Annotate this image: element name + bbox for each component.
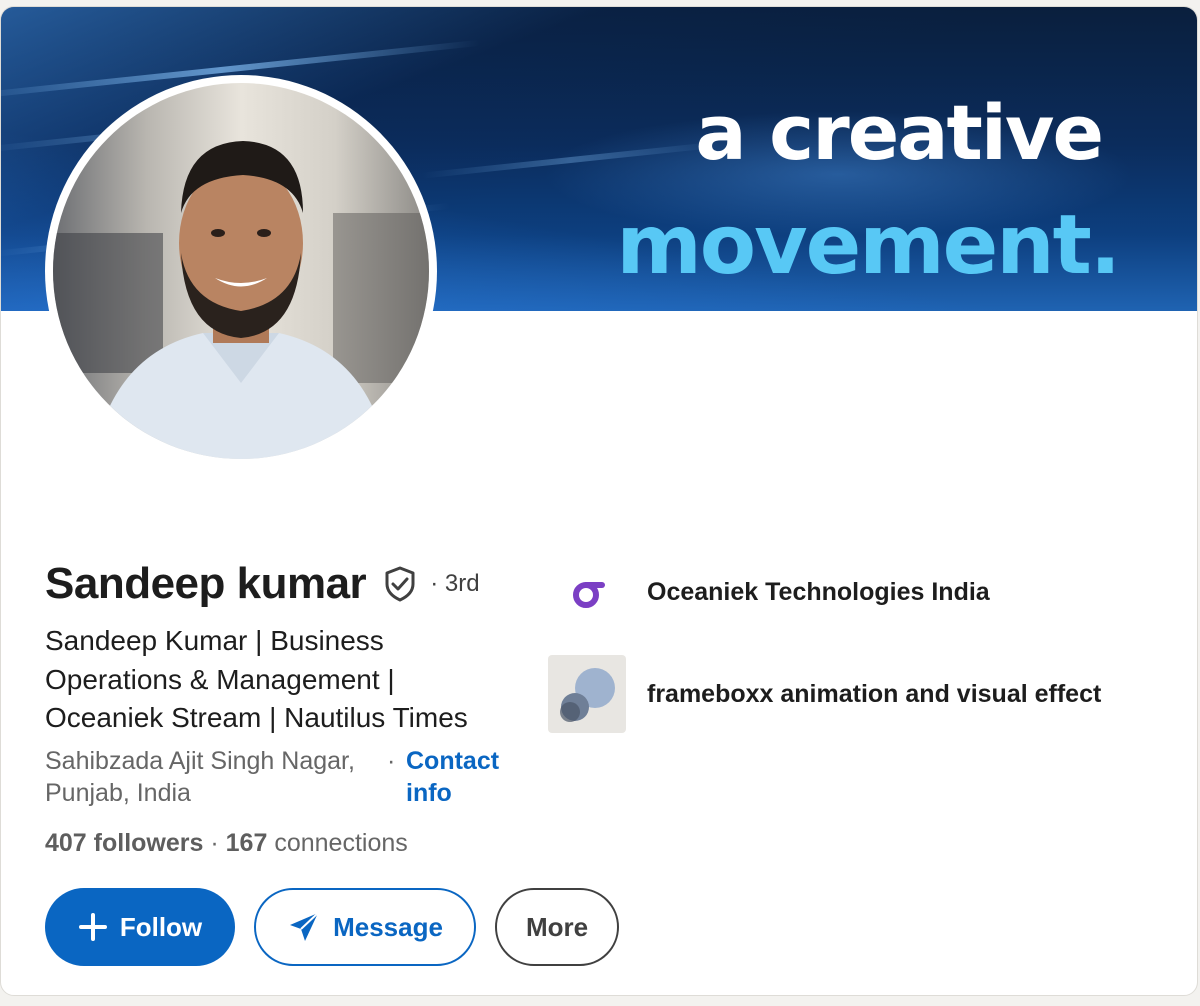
name-row: Sandeep kumar · 3rd	[45, 559, 480, 609]
person-illustration	[53, 141, 429, 459]
banner-light-streak	[421, 141, 721, 179]
location-separator: ·	[387, 747, 396, 775]
company-name: Oceaniek Technologies India	[647, 577, 990, 606]
followers-label[interactable]: followers	[94, 829, 204, 857]
connection-degree: · 3rd	[430, 570, 480, 597]
plus-icon	[78, 913, 107, 941]
stats-separator: ·	[210, 829, 219, 857]
message-button-label: Message	[333, 911, 443, 942]
company-name: frameboxx animation and visual effect	[647, 679, 1102, 708]
shield-check-icon[interactable]	[380, 564, 420, 604]
profile-stats: 407 followers · 167 connections	[45, 829, 408, 858]
banner-tagline-line1: a creative	[695, 88, 1104, 177]
company-item-oceaniek[interactable]: Oceaniek Technologies India	[548, 553, 990, 631]
profile-location: Sahibzada Ajit Singh Nagar, Punjab, Indi…	[45, 747, 355, 807]
frameboxx-logo-icon	[560, 668, 615, 722]
contact-info-link[interactable]: Contact info	[406, 745, 526, 809]
profile-photo	[53, 83, 429, 459]
banner-tagline-line2: movement.	[616, 198, 1121, 293]
frameboxx-logo	[548, 655, 626, 733]
oceaniek-logo	[548, 553, 626, 631]
more-button-label: More	[525, 911, 589, 942]
profile-headline: Sandeep Kumar | Business Operations & Ma…	[45, 625, 468, 733]
company-item-frameboxx[interactable]: frameboxx animation and visual effect	[548, 655, 1101, 733]
profile-name: Sandeep kumar	[45, 559, 367, 608]
follow-button[interactable]: Follow	[45, 888, 235, 966]
connections-count[interactable]: 167	[226, 829, 268, 857]
followers-count[interactable]: 407	[45, 829, 87, 857]
more-button[interactable]: More	[495, 888, 619, 966]
profile-card: a creative movement. Sandeep kumar · 3rd…	[0, 6, 1198, 996]
avatar[interactable]	[45, 75, 437, 467]
follow-button-label: Follow	[119, 911, 203, 942]
oceaniek-logo-icon	[573, 582, 605, 608]
message-button[interactable]: Message	[254, 888, 476, 966]
connections-label[interactable]: connections	[274, 829, 407, 857]
send-icon	[290, 912, 319, 941]
